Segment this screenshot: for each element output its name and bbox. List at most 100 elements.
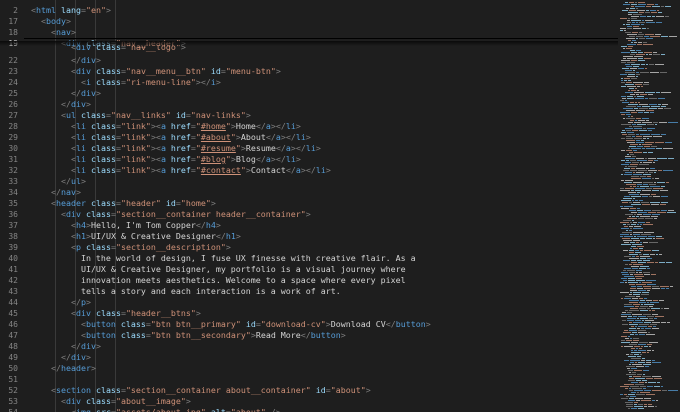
code-token: div (75, 308, 91, 318)
minimap-stroke (637, 392, 639, 393)
minimap-stroke (639, 302, 646, 303)
minimap-stroke (621, 96, 626, 97)
minimap-stroke (647, 16, 651, 17)
minimap-stroke (629, 390, 633, 391)
minimap-stroke (633, 82, 643, 83)
minimap-stroke (621, 124, 631, 125)
minimap-stroke (636, 76, 638, 77)
minimap-stroke (633, 150, 637, 151)
minimap-stroke (668, 210, 674, 211)
code-line: <li class="link"><a href="#contact">Cont… (31, 165, 618, 176)
code-token: id (170, 110, 186, 120)
minimap-stroke (637, 214, 642, 215)
minimap-stroke (631, 16, 639, 17)
minimap-stroke (636, 74, 640, 75)
code-line: <div class="about__image"> (31, 396, 618, 407)
minimap-stroke (656, 254, 658, 255)
minimap-stroke (661, 106, 666, 107)
code-token: < (31, 308, 76, 318)
minimap-stroke (628, 12, 638, 13)
code-line: <ul class="nav__links" id="nav-links"> (31, 110, 618, 121)
code-line: </p> (31, 297, 618, 308)
code-token: id (240, 319, 256, 329)
minimap-stroke (626, 184, 636, 185)
minimap-stroke (660, 204, 666, 205)
minimap-stroke (627, 58, 637, 59)
minimap-stroke (629, 126, 632, 127)
minimap-stroke (631, 358, 641, 359)
minimap-stroke (635, 398, 643, 399)
minimap[interactable] (618, 0, 680, 412)
minimap-stroke (652, 250, 659, 251)
line-number: 44 (8, 298, 18, 307)
minimap-stroke (643, 254, 649, 255)
code-token: > (80, 176, 86, 186)
line-number: 26 (8, 100, 18, 109)
minimap-stroke (633, 126, 642, 127)
minimap-stroke (629, 10, 636, 11)
minimap-stroke (624, 256, 631, 257)
minimap-stroke (623, 4, 630, 5)
code-token: li (75, 132, 86, 142)
code-token: > (325, 165, 331, 175)
minimap-stroke (644, 250, 651, 251)
code-token: #home (200, 121, 226, 131)
minimap-stroke (668, 158, 674, 159)
minimap-stroke (634, 236, 636, 237)
minimap-stroke (662, 390, 667, 391)
minimap-stroke (621, 208, 629, 209)
minimap-stroke (631, 348, 635, 349)
minimap-stroke (659, 254, 662, 255)
minimap-stroke (627, 26, 632, 27)
minimap-stroke (639, 282, 641, 283)
code-token: h4 (75, 220, 86, 230)
code-token: ul (70, 176, 81, 186)
minimap-stroke (634, 122, 641, 123)
minimap-stroke (634, 152, 642, 153)
code-token: class (90, 385, 121, 395)
minimap-stroke (625, 100, 627, 101)
minimap-stroke (629, 330, 637, 331)
minimap-stroke (621, 80, 623, 81)
code-token: header (60, 363, 91, 373)
minimap-stroke (658, 12, 662, 13)
code-token: Hello, I'm Tom Copper (90, 220, 196, 230)
minimap-stroke (638, 120, 645, 121)
code-token: li (75, 143, 86, 153)
minimap-stroke (649, 346, 651, 347)
minimap-stroke (653, 238, 655, 239)
minimap-stroke (667, 212, 676, 213)
line-number: 42 (8, 276, 18, 285)
minimap-stroke (623, 250, 628, 251)
code-token: "section__container header__container" (115, 209, 306, 219)
minimap-stroke (656, 148, 662, 149)
minimap-stroke (629, 194, 639, 195)
minimap-stroke (624, 196, 630, 197)
minimap-stroke (636, 380, 641, 381)
code-area[interactable]: <html lang="en"> <body> <nav> <div class… (31, 0, 618, 412)
minimap-stroke (638, 212, 647, 213)
code-token: img (75, 407, 91, 412)
minimap-stroke (643, 364, 651, 365)
minimap-stroke (643, 272, 650, 273)
minimap-stroke (655, 124, 657, 125)
minimap-stroke (624, 304, 632, 305)
minimap-stroke (641, 234, 651, 235)
line-number: 17 (8, 17, 18, 26)
minimap-stroke (641, 294, 649, 295)
minimap-stroke (635, 84, 642, 85)
minimap-stroke (627, 318, 636, 319)
minimap-stroke (630, 154, 634, 155)
minimap-stroke (651, 308, 660, 309)
minimap-stroke (653, 122, 658, 123)
minimap-stroke (631, 78, 637, 79)
minimap-stroke (630, 94, 635, 95)
minimap-stroke (643, 44, 653, 45)
code-token: li (75, 121, 86, 131)
code-editor[interactable]: 2171819222324252627282930313233343536373… (0, 0, 618, 412)
minimap-stroke (622, 312, 626, 313)
minimap-stroke (657, 212, 666, 213)
minimap-stroke (649, 184, 656, 185)
minimap-stroke (649, 98, 657, 99)
minimap-stroke (642, 118, 649, 119)
